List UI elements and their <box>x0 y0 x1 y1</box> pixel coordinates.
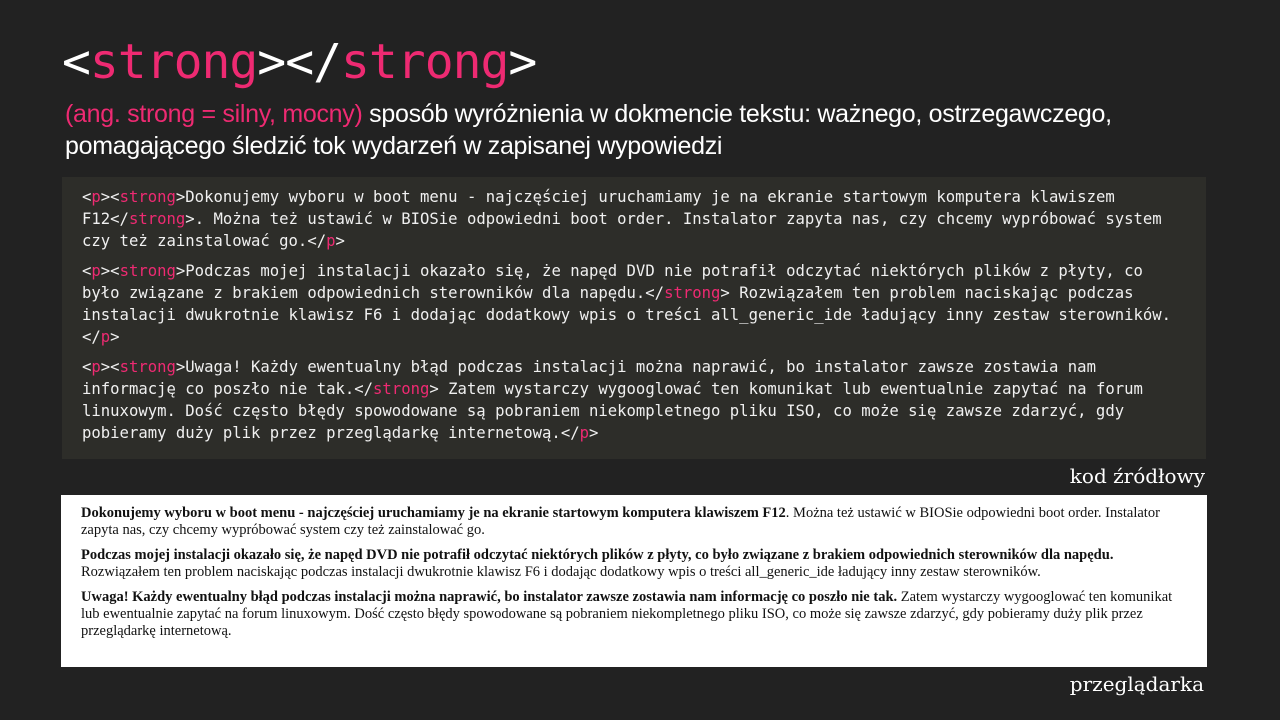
source-code-label: kod źródłowy <box>1069 464 1205 488</box>
code-punct: > <box>720 284 730 302</box>
code-punct: </ <box>110 210 129 228</box>
code-punct: > <box>185 210 195 228</box>
browser-preview-box: Dokonujemy wyboru w boot menu - najczęśc… <box>61 495 1207 667</box>
code-tag: p <box>579 424 589 442</box>
code-punct: < <box>82 188 92 206</box>
browser-label: przeglądarka <box>1069 672 1204 696</box>
title-open-bracket: < <box>62 34 91 90</box>
code-text: . Można też ustawić w BIOSie odpowiedni … <box>82 210 1162 250</box>
code-paragraph-1: <p><strong>Dokonujemy wyboru w boot menu… <box>82 186 1186 252</box>
title-tag-open: strong <box>89 34 258 90</box>
code-tag: strong <box>119 262 176 280</box>
browser-normal-text: Rozwiązałem ten problem naciskając podcz… <box>81 564 1041 580</box>
code-punct: < <box>82 262 92 280</box>
code-punct: > <box>175 262 186 280</box>
code-tag: p <box>91 358 101 376</box>
code-punct: > <box>588 424 599 442</box>
slide-title: <strong></strong> <box>62 30 537 94</box>
code-punct: >< <box>100 188 120 206</box>
title-tag-close: strong <box>341 34 509 90</box>
code-paragraph-2: <p><strong>Podczas mojej instalacji okaz… <box>82 260 1186 348</box>
code-punct: </ <box>560 424 580 442</box>
code-punct: </ <box>82 328 101 346</box>
code-punct: </ <box>307 232 327 250</box>
browser-paragraph-3: Uwaga! Każdy ewentualny błąd podczas ins… <box>81 589 1187 640</box>
code-tag: strong <box>128 210 186 228</box>
source-code-box: <p><strong>Dokonujemy wyboru w boot menu… <box>62 177 1206 459</box>
code-tag: p <box>91 262 101 280</box>
code-punct: > <box>110 328 120 346</box>
browser-strong-text: Dokonujemy wyboru w boot menu - najczęśc… <box>81 505 786 521</box>
browser-paragraph-1: Dokonujemy wyboru w boot menu - najczęśc… <box>81 505 1187 539</box>
code-punct: </ <box>354 380 374 398</box>
code-punct: > <box>175 358 186 376</box>
code-tag: strong <box>119 358 176 376</box>
code-tag: strong <box>664 284 721 302</box>
title-middle: ></ <box>257 34 342 90</box>
browser-strong-text: Podczas mojej instalacji okazało się, że… <box>81 547 1114 563</box>
slide-subtitle: (ang. strong = silny, mocny) sposób wyró… <box>65 98 1245 162</box>
code-paragraph-3: <p><strong>Uwaga! Każdy ewentualny błąd … <box>82 356 1186 444</box>
code-tag: p <box>326 232 336 250</box>
code-punct: > <box>335 232 345 250</box>
subtitle-highlight: (ang. strong = silny, mocny) <box>65 100 363 128</box>
code-tag: strong <box>373 380 430 398</box>
title-close-bracket: > <box>508 34 537 90</box>
code-tag: p <box>91 188 101 206</box>
code-tag: p <box>100 328 111 346</box>
code-punct: >< <box>100 262 120 280</box>
code-punct: > <box>175 188 186 206</box>
code-punct: >< <box>100 358 120 376</box>
code-tag: strong <box>119 188 176 206</box>
code-punct: </ <box>645 284 665 302</box>
browser-strong-text: Uwaga! Każdy ewentualny błąd podczas ins… <box>81 589 898 605</box>
code-punct: > <box>429 380 439 398</box>
code-punct: < <box>82 358 92 376</box>
browser-paragraph-2: Podczas mojej instalacji okazało się, że… <box>81 547 1187 581</box>
